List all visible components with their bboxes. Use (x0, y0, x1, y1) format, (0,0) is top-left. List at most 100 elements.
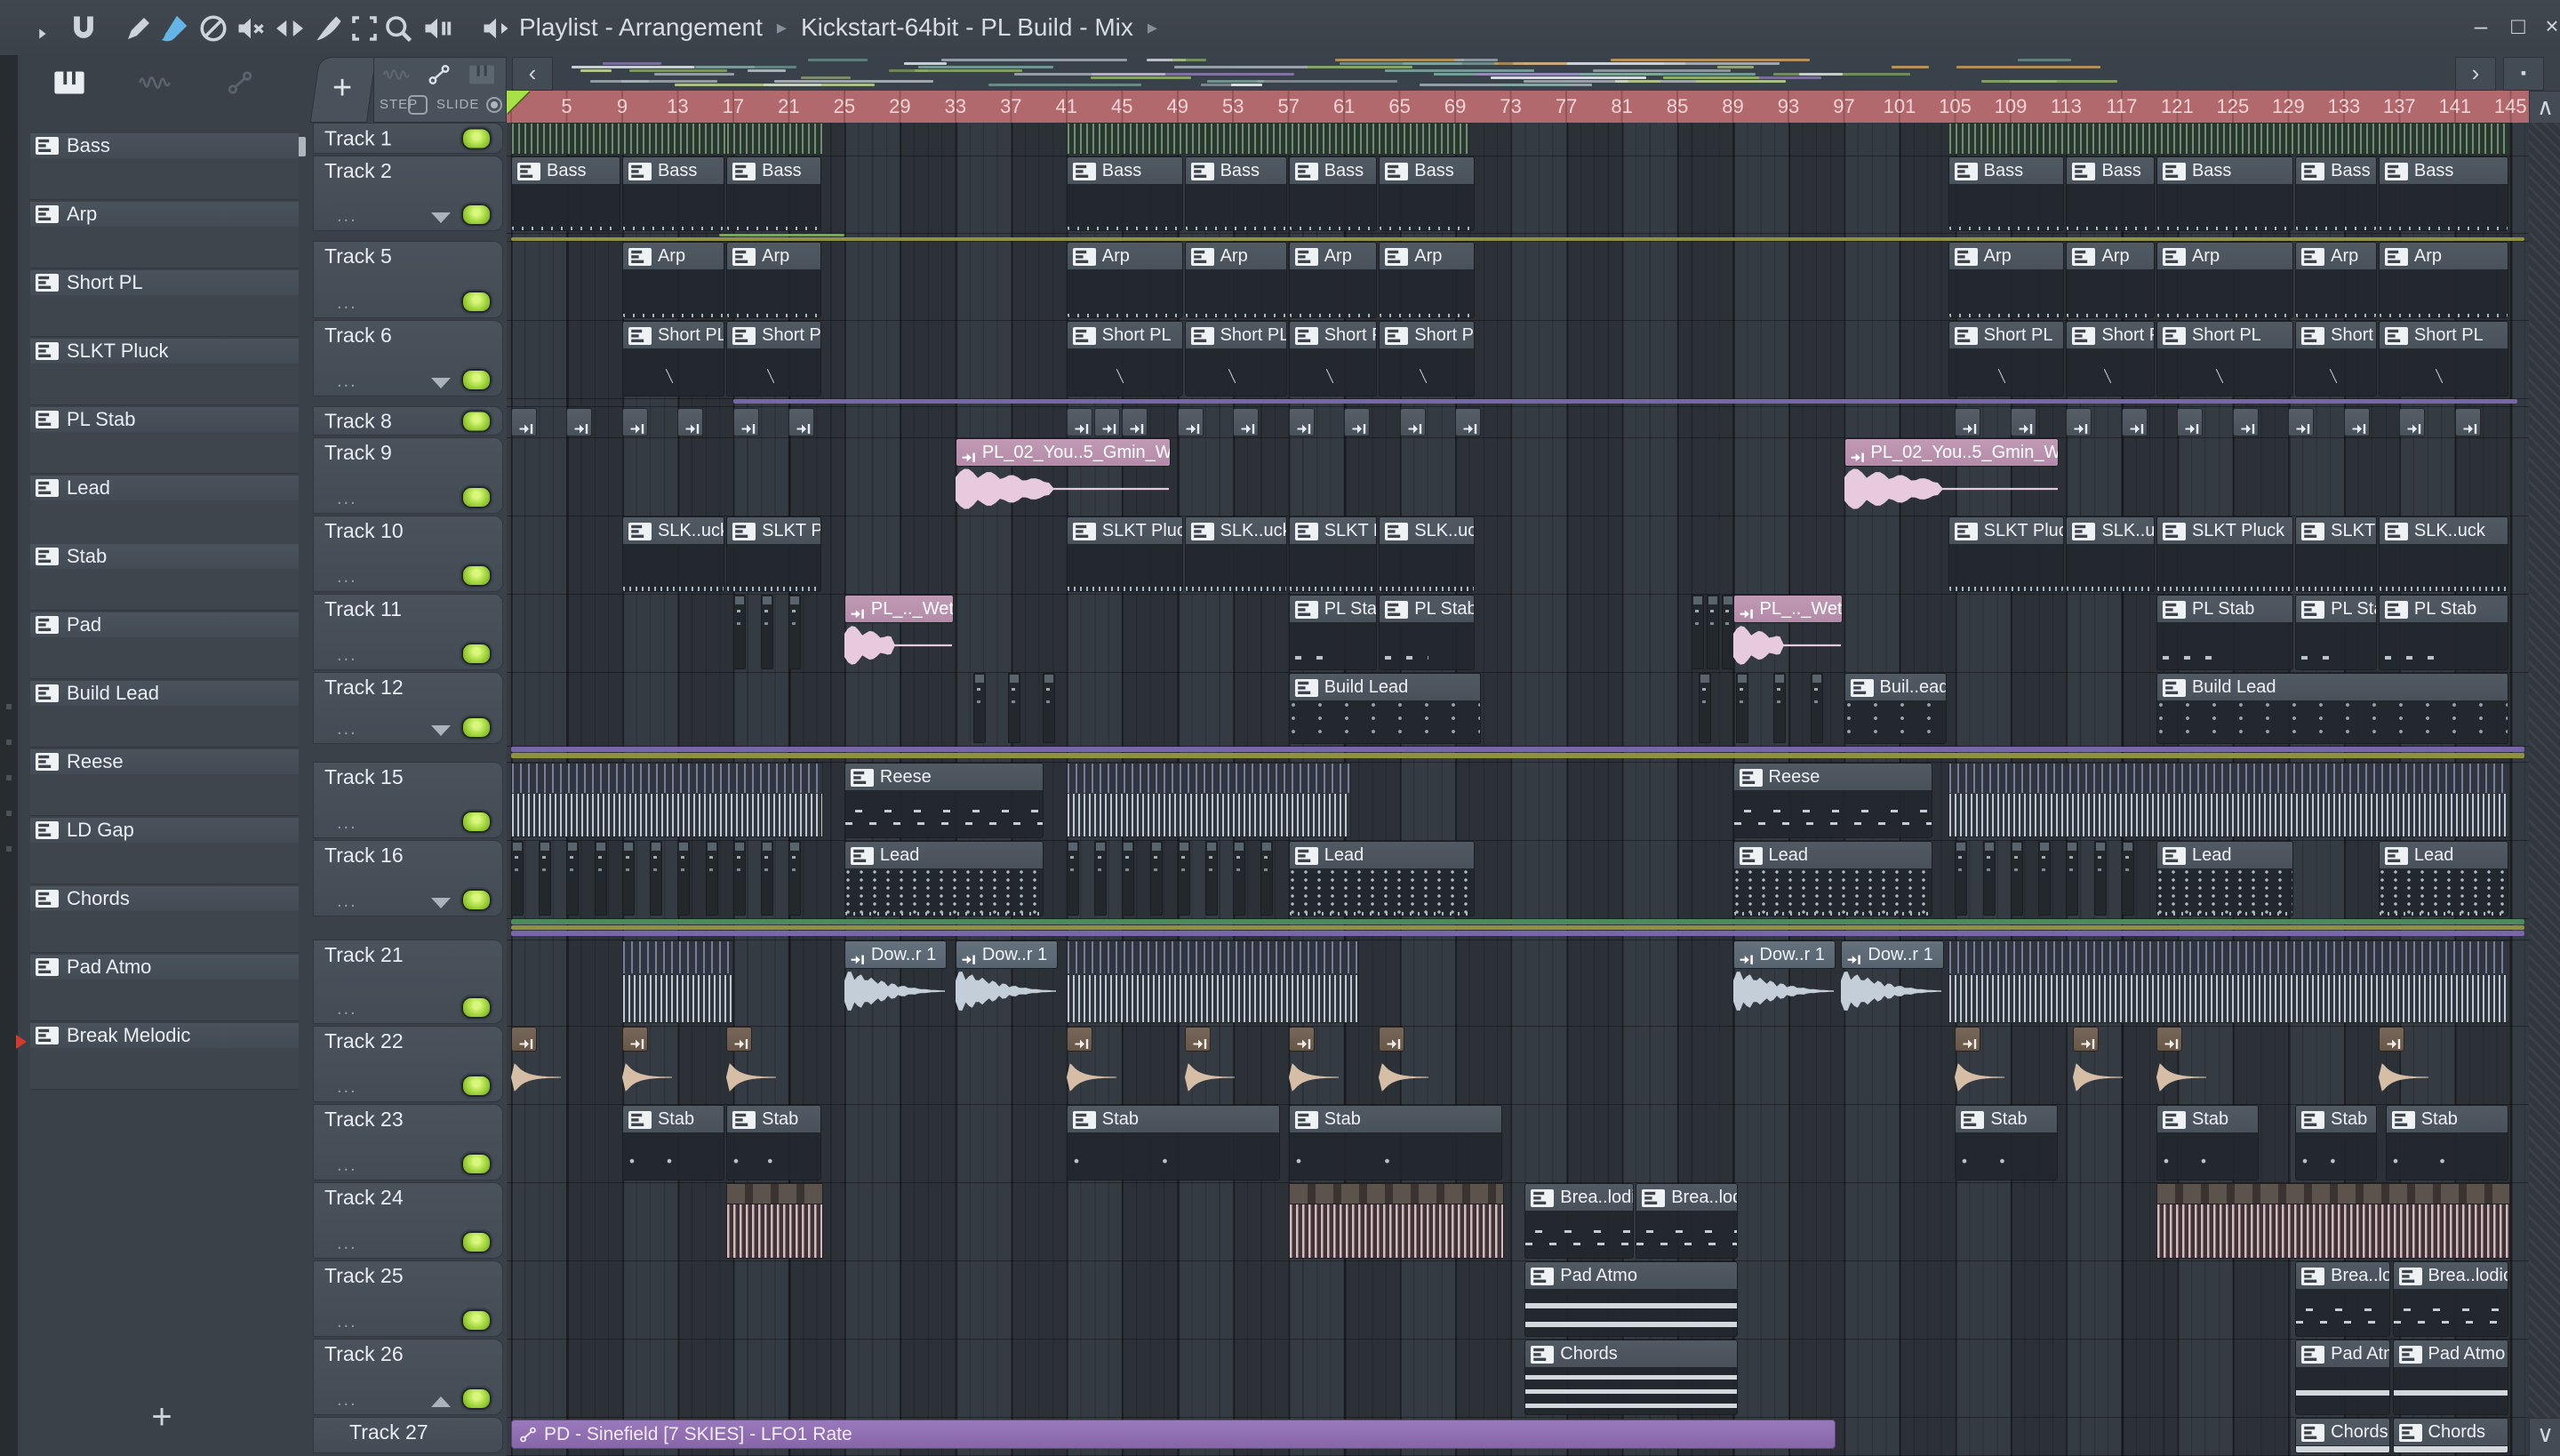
pattern-clip[interactable]: Build Lead (2156, 673, 2509, 744)
mini-pattern-clip[interactable] (788, 595, 802, 669)
audio-kick-clip[interactable] (1177, 408, 1204, 436)
pattern-clip[interactable]: SLKT Pluck (726, 516, 822, 592)
audio-kick-clip[interactable] (732, 408, 759, 436)
track-header-t6[interactable]: Track 6... (313, 320, 503, 396)
track-group-down-icon[interactable] (431, 898, 451, 908)
audio-stripes-clip[interactable] (726, 123, 824, 155)
pattern-clip[interactable]: PL Stab (2295, 595, 2377, 670)
slide-radio[interactable] (486, 97, 502, 113)
audio-clip[interactable]: Dow..r 1 (1732, 940, 1836, 1024)
mini-pattern-clip[interactable] (788, 841, 802, 916)
pattern-clip[interactable]: Stab (2295, 1105, 2377, 1180)
mini-pattern-clip[interactable] (732, 595, 746, 669)
pattern-item-header[interactable]: Chords (30, 886, 299, 911)
track-more-button[interactable]: ... (337, 1077, 357, 1098)
audio-kick-clip[interactable] (2177, 408, 2204, 436)
mini-pattern-clip[interactable] (1094, 841, 1108, 916)
audio-kick-clip[interactable] (511, 408, 537, 436)
track-header-t27[interactable]: Track 27 (313, 1417, 503, 1453)
slice-icon[interactable] (313, 12, 345, 44)
riser-stripes-clip[interactable] (1948, 940, 2511, 1023)
select-icon[interactable] (348, 12, 380, 44)
pattern-item-ld-gap[interactable]: LD Gap (30, 818, 299, 885)
audio-clip[interactable]: PL_.._Wet (1732, 595, 1843, 670)
pattern-item-chords[interactable]: Chords (30, 886, 299, 954)
automation-link-icon[interactable] (426, 63, 452, 86)
break-stripes-clip[interactable] (1288, 1183, 1504, 1259)
audio-kick-clip[interactable] (1233, 408, 1260, 436)
pattern-clip[interactable]: Short PL (1066, 321, 1183, 396)
pattern-clip[interactable]: Bass (1948, 156, 2065, 231)
preview-icon[interactable] (421, 12, 453, 44)
track-more-button[interactable]: ... (337, 1156, 357, 1176)
pattern-clip[interactable]: Short PL (2066, 321, 2155, 396)
track-header-t16[interactable]: Track 16... (313, 840, 503, 916)
track-enable-led[interactable] (461, 204, 492, 226)
mini-pattern-clip[interactable] (761, 841, 774, 916)
timeline-ruler[interactable]: 5 9 13 17 21 25 29 33 37 41 45 49 53 57 61 65 69 73 77 81 85… (507, 91, 2529, 124)
track-enable-led[interactable] (461, 811, 492, 833)
audio-stripes-clip[interactable] (511, 123, 727, 155)
riser-stripes-clip[interactable] (1948, 763, 2511, 837)
audio-kick-clip[interactable] (1066, 408, 1092, 436)
track-header-t8[interactable]: Track 8 (313, 406, 503, 436)
pattern-clip[interactable]: Stab (1066, 1105, 1280, 1180)
audio-kick-clip[interactable] (1094, 408, 1121, 436)
audio-kick-clip[interactable] (2288, 408, 2315, 436)
minimize-button[interactable]: – (2469, 14, 2492, 37)
track-header-t23[interactable]: Track 23... (313, 1104, 503, 1180)
pattern-item-header[interactable]: Lead (30, 476, 299, 500)
pattern-clip[interactable]: Short PL (1948, 321, 2065, 396)
pattern-clip[interactable]: Bass (2066, 156, 2155, 231)
audio-kick-clip[interactable] (1184, 1027, 1211, 1052)
mini-pattern-clip[interactable] (1233, 841, 1246, 916)
step-checkbox[interactable] (408, 95, 428, 115)
pattern-clip[interactable]: Bass (726, 156, 822, 231)
pattern-clip[interactable]: Lead (2378, 841, 2509, 916)
mini-pattern-clip[interactable] (677, 841, 691, 916)
track-enable-led[interactable] (461, 127, 492, 149)
audio-clip[interactable]: PL_02_You..5_Gmin_Wet (955, 438, 1171, 514)
audio-kick-clip[interactable] (1955, 408, 1981, 436)
pattern-clip[interactable]: Bass (511, 156, 620, 231)
pattern-clip[interactable]: Stab (2385, 1105, 2509, 1180)
mini-pattern-clip[interactable] (1205, 841, 1218, 916)
mini-pattern-clip[interactable] (1735, 673, 1748, 743)
pattern-clip[interactable]: Stab (1288, 1105, 1502, 1180)
pattern-clip[interactable]: SLKT Pluck (1948, 516, 2065, 592)
track-more-button[interactable]: ... (337, 293, 357, 314)
pattern-clip[interactable]: Bass (1288, 156, 1378, 231)
pattern-clip[interactable]: Short PL (2295, 321, 2377, 396)
pattern-clip[interactable]: Pad Atmo (1524, 1261, 1739, 1337)
mini-pattern-clip[interactable] (1706, 595, 1719, 669)
scroll-up-button[interactable]: ∧ (2529, 91, 2560, 124)
pattern-clip[interactable]: SLKT Pluck (2156, 516, 2294, 592)
audio-clip[interactable]: PL_.._Wet (844, 595, 954, 670)
automation-link-icon[interactable] (224, 69, 256, 96)
pattern-item-header[interactable]: Pad (30, 612, 299, 637)
audio-stripes-clip[interactable] (1066, 123, 1469, 155)
mini-pattern-clip[interactable] (1772, 673, 1786, 743)
pattern-item-header[interactable]: Short PL (30, 270, 299, 295)
audio-kick-clip[interactable] (566, 408, 593, 436)
pattern-item-break-melodic[interactable]: Break Melodic (30, 1023, 299, 1091)
minimap-options-button[interactable]: ▪ (2503, 57, 2544, 91)
mini-pattern-clip[interactable] (2121, 841, 2134, 916)
track-more-button[interactable]: ... (337, 489, 357, 509)
breadcrumb[interactable]: Playlist - Arrangement ▸ Kickstart-64bit… (519, 0, 1157, 55)
audio-kick-clip[interactable] (726, 1027, 753, 1052)
audio-clip[interactable]: Dow..r 1 (1841, 940, 1944, 1024)
track-enable-led[interactable] (461, 291, 492, 313)
track-enable-led[interactable] (461, 1231, 492, 1253)
pattern-item-pad[interactable]: Pad (30, 612, 299, 680)
pattern-item-header[interactable]: Break Melodic (30, 1023, 299, 1048)
pattern-clip[interactable]: Short PL (2156, 321, 2294, 396)
add-track-button[interactable]: + (332, 69, 352, 108)
pattern-clip[interactable]: SLK..uck (1379, 516, 1475, 592)
track-group-up-icon[interactable] (431, 1396, 451, 1407)
track-enable-led[interactable] (461, 369, 492, 391)
audio-kick-clip[interactable] (1288, 1027, 1315, 1052)
mini-pattern-clip[interactable] (1066, 841, 1079, 916)
pattern-clip[interactable]: SLK..uck (1184, 516, 1287, 592)
pattern-item-header[interactable]: LD Gap (30, 818, 299, 843)
